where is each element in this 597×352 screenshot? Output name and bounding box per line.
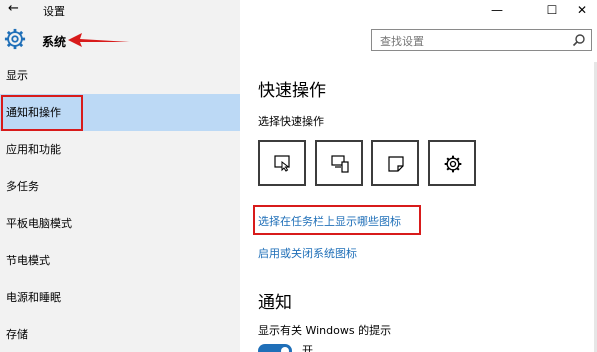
- highlight-box: [253, 205, 421, 235]
- quick-action-tile[interactable]: [371, 140, 419, 186]
- search-input[interactable]: [378, 31, 572, 52]
- quick-action-tile[interactable]: [258, 140, 306, 186]
- tablet-mode-icon: [274, 155, 290, 172]
- quick-action-tile[interactable]: [315, 140, 363, 186]
- gear-icon: [4, 28, 26, 50]
- title-bar: ← 设置 — ☐ ✕: [0, 0, 597, 20]
- section-title: 系统: [42, 35, 67, 49]
- notifications-subtitle: 显示有关 Windows 的提示: [258, 324, 392, 337]
- search-box[interactable]: [371, 29, 592, 52]
- quick-actions-subtitle: 选择快速操作: [258, 115, 324, 128]
- close-button[interactable]: ✕: [567, 0, 597, 20]
- note-icon: [388, 156, 404, 172]
- minimize-button[interactable]: —: [482, 0, 512, 20]
- settings-window: ← 设置 — ☐ ✕ 系统 查找设置 显示 通知和操作 应用和功能 多任务 平板…: [0, 0, 597, 352]
- quick-actions-heading: 快速操作: [258, 81, 326, 101]
- toggle-knob: [281, 347, 289, 352]
- system-icons-link[interactable]: 启用或关闭系统图标: [258, 245, 357, 261]
- highlight-box: [1, 95, 83, 131]
- back-button[interactable]: ←: [8, 1, 19, 16]
- section-header: 系统: [0, 20, 240, 62]
- annotation-arrow: [68, 33, 130, 47]
- sidebar-item-tablet-mode[interactable]: 平板电脑模式: [0, 205, 240, 242]
- sidebar-item-multitasking[interactable]: 多任务: [0, 168, 240, 205]
- connect-icon: [331, 155, 349, 173]
- notifications-heading: 通知: [258, 293, 292, 313]
- quick-action-tile[interactable]: [428, 140, 476, 186]
- tips-toggle[interactable]: [258, 344, 292, 352]
- sidebar-item-apps[interactable]: 应用和功能: [0, 131, 240, 168]
- sidebar-item-battery-saver[interactable]: 节电模式: [0, 242, 240, 279]
- window-title: 设置: [43, 5, 65, 18]
- maximize-button[interactable]: ☐: [537, 0, 567, 20]
- sidebar-item-storage[interactable]: 存储: [0, 316, 240, 352]
- toggle-label: 开: [302, 344, 313, 352]
- sidebar-item-display[interactable]: 显示: [0, 57, 240, 94]
- search-icon[interactable]: [572, 33, 586, 47]
- sidebar-item-power-sleep[interactable]: 电源和睡眠: [0, 279, 240, 316]
- settings-icon: [444, 155, 462, 173]
